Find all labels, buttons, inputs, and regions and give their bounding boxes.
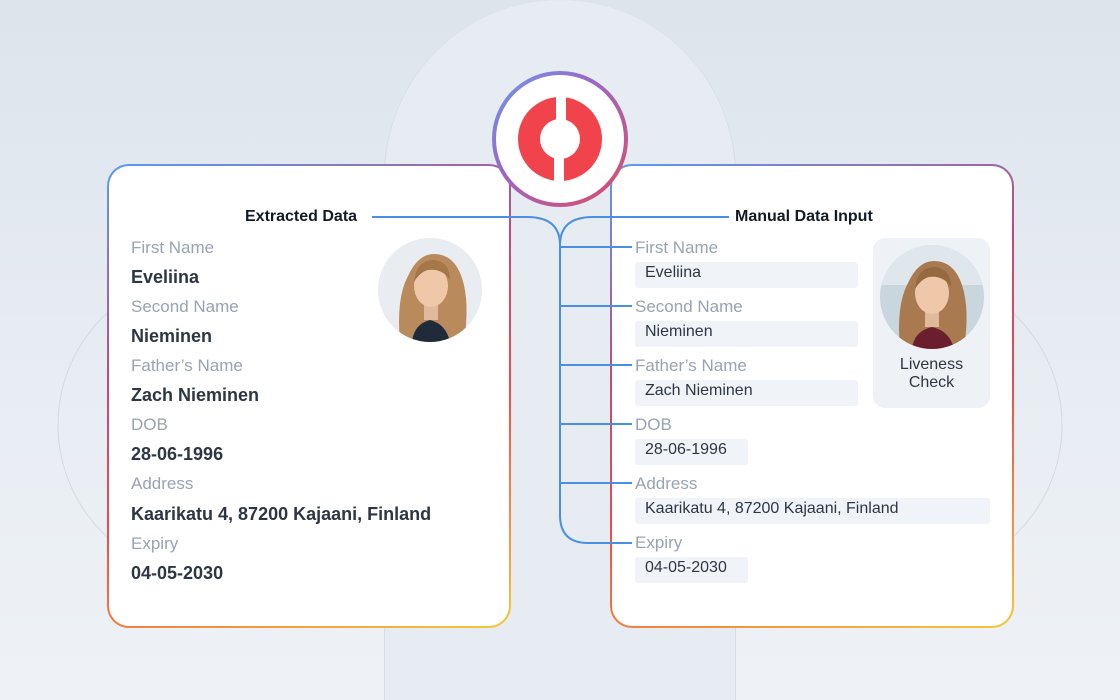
extracted-expiry-label: Expiry: [131, 534, 179, 553]
extracted-fathers-name-value: Zach Nieminen: [131, 385, 260, 405]
extracted-fathers-name-label: Father’s Name: [131, 356, 243, 375]
brand-logo-icon: [518, 95, 602, 183]
manual-fathers-name-label: Father’s Name: [635, 356, 747, 375]
extracted-second-name-label: Second Name: [131, 297, 239, 316]
extracted-address-value: Kaarikatu 4, 87200 Kajaani, Finland: [131, 504, 432, 524]
extracted-second-name-value: Nieminen: [131, 326, 213, 346]
extracted-first-name-value: Eveliina: [131, 267, 200, 287]
manual-first-name-label: First Name: [635, 238, 719, 257]
person-portrait-icon: [378, 238, 482, 342]
person-portrait-icon: [880, 245, 984, 349]
extracted-expiry-value: 04-05-2030: [131, 563, 224, 583]
second-name-field[interactable]: Nieminen: [635, 321, 858, 347]
liveness-check-label: Liveness Check: [899, 356, 964, 391]
manual-address-label: Address: [635, 474, 698, 493]
manual-expiry-label: Expiry: [635, 533, 683, 552]
extracted-address-label: Address: [131, 474, 194, 493]
first-name-field[interactable]: Eveliina: [635, 262, 858, 288]
document-portrait-avatar: [378, 238, 482, 342]
expiry-field[interactable]: 04-05-2030: [635, 557, 748, 583]
manual-data-title: Manual Data Input: [735, 208, 873, 225]
liveness-selfie-avatar: [880, 245, 984, 349]
dob-field[interactable]: 28-06-1996: [635, 439, 748, 465]
address-field[interactable]: Kaarikatu 4, 87200 Kajaani, Finland: [635, 498, 990, 524]
extracted-dob-value: 28-06-1996: [131, 444, 224, 464]
manual-dob-label: DOB: [635, 415, 672, 434]
manual-second-name-label: Second Name: [635, 297, 743, 316]
fathers-name-field[interactable]: Zach Nieminen: [635, 380, 858, 406]
brand-logo: [492, 71, 628, 207]
extracted-data-title: Extracted Data: [245, 208, 358, 225]
extracted-dob-label: DOB: [131, 415, 168, 434]
extracted-first-name-label: First Name: [131, 238, 215, 257]
